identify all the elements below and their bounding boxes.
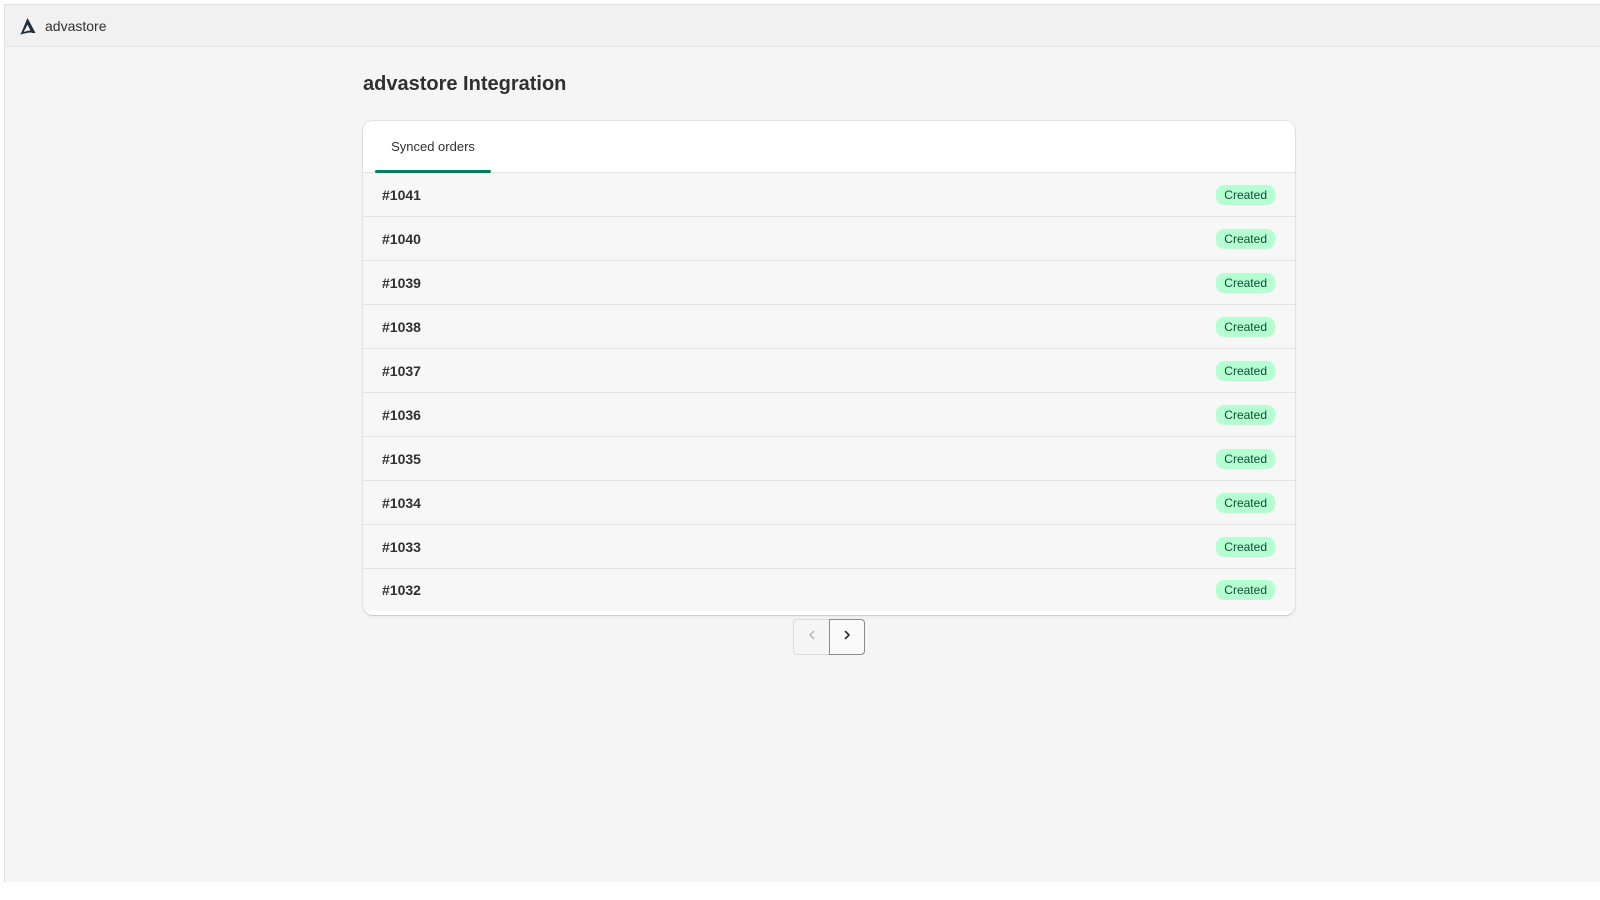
order-row[interactable]: #1035 Created — [363, 437, 1295, 481]
tab-synced-orders[interactable]: Synced orders — [375, 121, 491, 173]
tab-bar: Synced orders — [363, 121, 1295, 173]
order-id: #1033 — [382, 538, 421, 555]
top-bar: advastore — [5, 5, 1600, 47]
page-title: advastore Integration — [363, 73, 567, 95]
order-id: #1041 — [382, 186, 421, 203]
tab-selected-indicator — [375, 170, 491, 173]
tab-label: Synced orders — [391, 139, 475, 154]
status-badge: Created — [1216, 404, 1275, 425]
status-badge: Created — [1216, 272, 1275, 293]
order-row[interactable]: #1039 Created — [363, 261, 1295, 305]
status-badge: Created — [1216, 492, 1275, 513]
advastore-logo-icon — [18, 16, 38, 36]
order-row[interactable]: #1040 Created — [363, 217, 1295, 261]
order-row[interactable]: #1034 Created — [363, 481, 1295, 525]
order-id: #1037 — [382, 362, 421, 379]
order-row[interactable]: #1032 Created — [363, 569, 1295, 611]
order-id: #1040 — [382, 230, 421, 247]
status-badge: Created — [1216, 448, 1275, 469]
status-badge: Created — [1216, 360, 1275, 381]
order-row[interactable]: #1036 Created — [363, 393, 1295, 437]
order-row[interactable]: #1041 Created — [363, 173, 1295, 217]
order-id: #1035 — [382, 450, 421, 467]
synced-orders-card: Synced orders #1041 Created #1040 Create… — [363, 121, 1295, 615]
app-frame: advastore advastore Integration Synced o… — [4, 4, 1600, 882]
order-id: #1032 — [382, 582, 421, 598]
previous-page-button[interactable] — [793, 619, 829, 655]
status-badge: Created — [1216, 228, 1275, 249]
status-badge: Created — [1216, 580, 1275, 600]
order-id: #1039 — [382, 274, 421, 291]
status-badge: Created — [1216, 536, 1275, 557]
chevron-right-icon — [841, 628, 853, 646]
status-badge: Created — [1216, 316, 1275, 337]
order-id: #1036 — [382, 406, 421, 423]
order-id: #1034 — [382, 494, 421, 511]
order-row[interactable]: #1038 Created — [363, 305, 1295, 349]
order-row[interactable]: #1037 Created — [363, 349, 1295, 393]
brand-name: advastore — [45, 17, 107, 34]
next-page-button[interactable] — [829, 619, 865, 655]
status-badge: Created — [1216, 184, 1275, 205]
chevron-left-icon — [806, 628, 818, 646]
pagination — [793, 619, 865, 655]
order-list: #1041 Created #1040 Created #1039 Create… — [363, 173, 1295, 611]
order-id: #1038 — [382, 318, 421, 335]
order-row[interactable]: #1033 Created — [363, 525, 1295, 569]
